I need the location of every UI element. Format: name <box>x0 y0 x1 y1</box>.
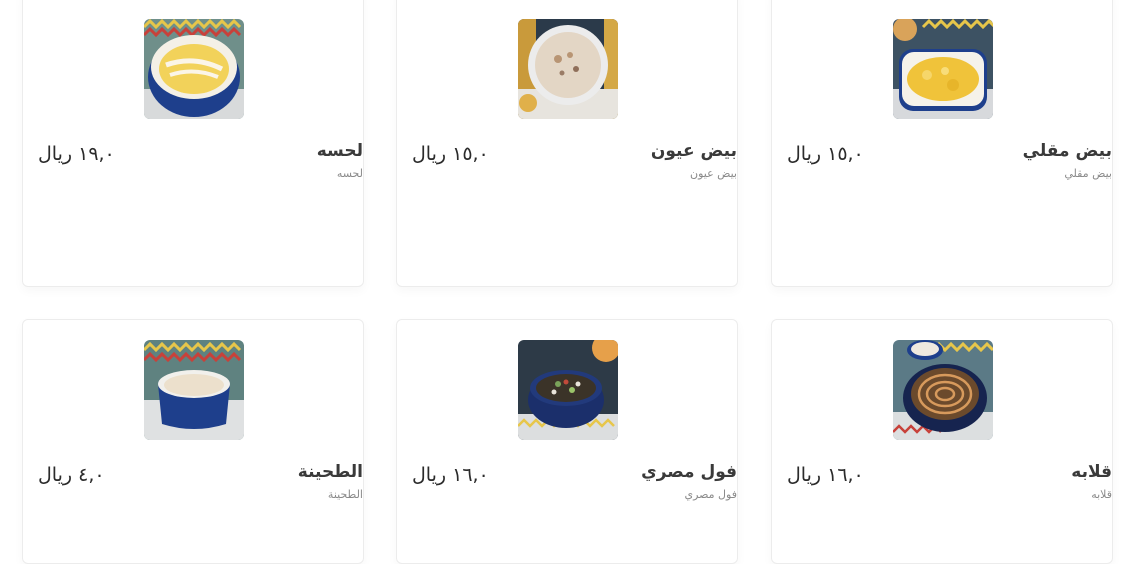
food-image <box>144 340 244 440</box>
item-price: ١٦,٠ ريال <box>787 464 864 486</box>
item-description: قلابه <box>1091 488 1112 501</box>
item-price: ٤,٠ ريال <box>38 464 105 486</box>
item-name: الطحينة <box>297 462 363 482</box>
food-image <box>144 19 244 119</box>
menu-item-card[interactable]: الطحينة الطحينة ٤,٠ ريال <box>22 319 364 564</box>
menu-item-card[interactable]: بيض مقلي بيض مقلي ١٥,٠ ريال <box>771 0 1113 287</box>
item-name: لحسه <box>316 141 363 161</box>
menu-grid: لحسه لحسه ١٩,٠ ريال بيض عيون بيض عيون ١٥… <box>0 0 1130 564</box>
item-description: لحسه <box>336 167 363 180</box>
item-name: بيض مقلي <box>1022 141 1112 161</box>
food-image <box>518 19 618 119</box>
menu-item-card[interactable]: قلابه قلابه ١٦,٠ ريال <box>771 319 1113 564</box>
item-name: قلابه <box>1071 462 1112 482</box>
food-image <box>893 19 993 119</box>
item-price: ١٥,٠ ريال <box>412 143 489 165</box>
item-name: فول مصري <box>641 462 737 482</box>
item-price: ١٩,٠ ريال <box>38 143 115 165</box>
item-name: بيض عيون <box>650 141 737 161</box>
menu-item-card[interactable]: لحسه لحسه ١٩,٠ ريال <box>22 0 364 287</box>
item-description: بيض مقلي <box>1064 167 1112 180</box>
item-description: الطحينة <box>327 488 363 501</box>
item-description: فول مصري <box>684 488 737 501</box>
menu-item-card[interactable]: فول مصري فول مصري ١٦,٠ ريال <box>396 319 738 564</box>
item-description: بيض عيون <box>690 167 737 180</box>
food-image <box>518 340 618 440</box>
food-image <box>893 340 993 440</box>
item-price: ١٥,٠ ريال <box>787 143 864 165</box>
menu-item-card[interactable]: بيض عيون بيض عيون ١٥,٠ ريال <box>396 0 738 287</box>
item-price: ١٦,٠ ريال <box>412 464 489 486</box>
